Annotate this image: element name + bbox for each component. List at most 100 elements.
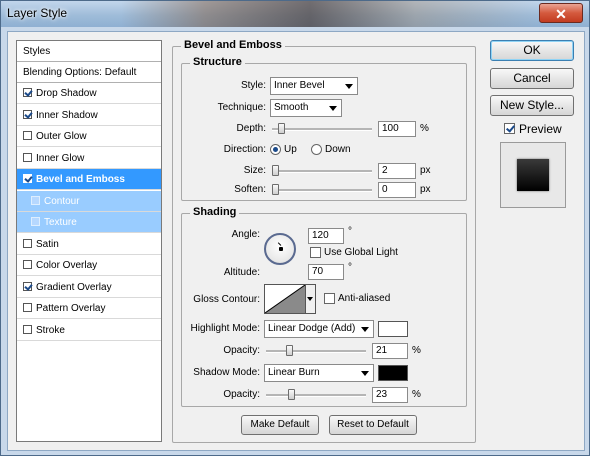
style-item-color-overlay[interactable]: Color Overlay — [17, 255, 161, 276]
preview-label: Preview — [519, 122, 562, 136]
style-item-stroke[interactable]: Stroke — [17, 320, 161, 341]
style-item-gradient-overlay[interactable]: Gradient Overlay — [17, 277, 161, 298]
highlight-opacity-thumb[interactable] — [286, 345, 293, 356]
style-item-checkbox[interactable] — [31, 217, 40, 226]
size-slider-thumb[interactable] — [272, 165, 279, 176]
styles-header[interactable]: Styles — [17, 41, 161, 62]
anti-aliased-checkbox[interactable] — [324, 293, 335, 304]
highlight-opacity-slider[interactable] — [266, 345, 366, 356]
highlight-color-swatch[interactable] — [378, 321, 408, 337]
style-item-bevel-and-emboss[interactable]: Bevel and Emboss — [17, 169, 161, 190]
chevron-down-icon — [345, 84, 353, 89]
ok-button[interactable]: OK — [490, 40, 574, 61]
preview-checkbox[interactable] — [504, 123, 515, 134]
technique-label: Technique: — [217, 102, 266, 113]
highlight-opacity-label: Opacity: — [223, 345, 260, 356]
shadow-color-swatch[interactable] — [378, 365, 408, 381]
use-global-light-checkbox[interactable] — [310, 247, 321, 258]
close-button[interactable]: ✕ — [539, 3, 583, 23]
soften-slider-thumb[interactable] — [272, 184, 279, 195]
angle-label: Angle: — [231, 229, 260, 240]
layer-style-window: Layer Style ✕ Styles Blending Options: D… — [0, 0, 590, 456]
angle-input[interactable]: 120 — [308, 228, 344, 244]
depth-slider-thumb[interactable] — [278, 123, 285, 134]
gloss-contour-dropdown[interactable] — [306, 284, 316, 314]
soften-unit: px — [420, 184, 431, 195]
shadow-mode-select[interactable]: Linear Burn — [264, 364, 374, 382]
title-bar[interactable]: Layer Style ✕ — [1, 1, 589, 27]
style-item-checkbox[interactable] — [23, 303, 32, 312]
style-item-checkbox[interactable] — [23, 324, 32, 334]
structure-title: Structure — [190, 56, 245, 68]
blending-options-item[interactable]: Blending Options: Default — [17, 62, 161, 83]
chevron-down-icon — [361, 371, 369, 376]
style-item-label: Gradient Overlay — [36, 281, 112, 293]
style-item-drop-shadow[interactable]: Drop Shadow — [17, 83, 161, 104]
styles-list: Styles Blending Options: Default Drop Sh… — [16, 40, 162, 442]
direction-down-radio[interactable] — [311, 144, 322, 155]
new-style-button[interactable]: New Style... — [490, 95, 574, 116]
direction-up-radio[interactable] — [270, 144, 281, 155]
altitude-label: Altitude: — [223, 267, 260, 278]
shadow-opacity-label: Opacity: — [223, 389, 260, 400]
style-item-checkbox[interactable] — [23, 281, 32, 291]
close-icon: ✕ — [555, 6, 567, 22]
size-slider[interactable] — [272, 165, 372, 176]
soften-input[interactable]: 0 — [378, 182, 416, 198]
make-default-button[interactable]: Make Default — [241, 415, 319, 435]
use-global-light-label: Use Global Light — [324, 247, 398, 258]
style-item-label: Stroke — [36, 324, 65, 336]
style-item-checkbox[interactable] — [31, 195, 40, 205]
depth-label: Depth: — [236, 123, 266, 134]
style-item-checkbox[interactable] — [23, 238, 32, 248]
direction-up-label: Up — [284, 144, 297, 155]
style-item-inner-glow[interactable]: Inner Glow — [17, 148, 161, 169]
style-item-checkbox[interactable] — [23, 131, 32, 140]
reset-to-default-button[interactable]: Reset to Default — [329, 415, 417, 435]
style-item-checkbox[interactable] — [23, 152, 32, 162]
anti-aliased-label: Anti-aliased — [338, 293, 391, 304]
direction-down-label: Down — [325, 144, 351, 155]
style-item-contour[interactable]: Contour — [17, 190, 161, 212]
style-select[interactable]: Inner Bevel — [270, 77, 358, 95]
style-item-label: Satin — [36, 238, 59, 250]
depth-input[interactable]: 100 — [378, 121, 416, 137]
cancel-button[interactable]: Cancel — [490, 68, 574, 89]
shadow-opacity-slider[interactable] — [266, 389, 366, 400]
style-item-satin[interactable]: Satin — [17, 234, 161, 255]
shadow-mode-label: Shadow Mode: — [193, 367, 260, 378]
technique-select[interactable]: Smooth — [270, 99, 342, 117]
dialog-body: Styles Blending Options: Default Drop Sh… — [7, 31, 585, 451]
angle-dial-dot — [279, 247, 283, 251]
style-item-checkbox[interactable] — [23, 109, 32, 119]
style-item-checkbox[interactable] — [23, 174, 32, 183]
title-bar-background — [121, 1, 541, 27]
chevron-down-icon — [329, 106, 337, 111]
highlight-opacity-unit: % — [412, 345, 421, 356]
size-label: Size: — [243, 165, 266, 176]
style-item-checkbox[interactable] — [23, 88, 32, 97]
style-item-label: Bevel and Emboss — [36, 174, 125, 185]
size-input[interactable]: 2 — [378, 163, 416, 179]
shadow-opacity-thumb[interactable] — [288, 389, 295, 400]
highlight-opacity-input[interactable]: 21 — [372, 343, 408, 359]
style-item-texture[interactable]: Texture — [17, 212, 161, 233]
structure-group: Structure Style: Inner Bevel Technique: … — [181, 56, 467, 201]
style-item-label: Outer Glow — [36, 131, 87, 142]
style-item-outer-glow[interactable]: Outer Glow — [17, 126, 161, 147]
soften-slider[interactable] — [272, 184, 372, 195]
depth-slider[interactable] — [272, 123, 372, 134]
style-item-inner-shadow[interactable]: Inner Shadow — [17, 105, 161, 126]
preview-swatch — [500, 142, 566, 208]
angle-unit: ° — [348, 226, 352, 237]
angle-dial-needle — [277, 242, 282, 246]
bevel-and-emboss-title: Bevel and Emboss — [181, 39, 285, 51]
shadow-opacity-input[interactable]: 23 — [372, 387, 408, 403]
altitude-input[interactable]: 70 — [308, 264, 344, 280]
angle-dial[interactable] — [264, 233, 296, 265]
gloss-contour-swatch[interactable] — [264, 284, 306, 314]
style-item-checkbox[interactable] — [23, 260, 32, 269]
contour-curve-icon — [264, 284, 306, 314]
highlight-mode-select[interactable]: Linear Dodge (Add) — [264, 320, 374, 338]
style-item-pattern-overlay[interactable]: Pattern Overlay — [17, 298, 161, 319]
